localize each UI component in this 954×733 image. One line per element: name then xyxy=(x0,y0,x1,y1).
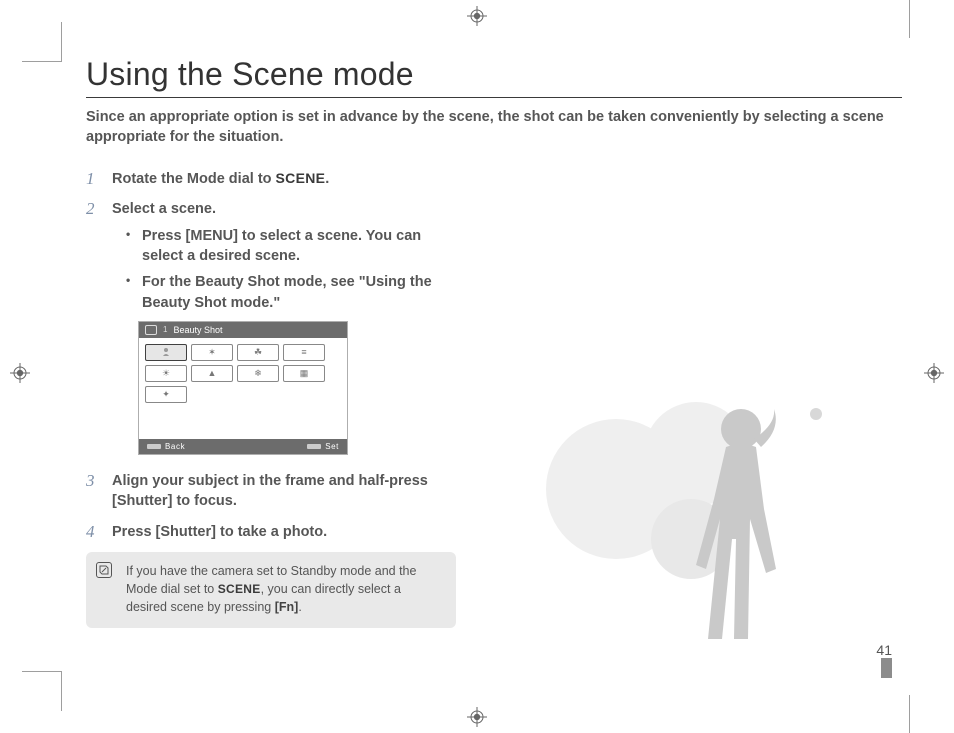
scene-option: ▦ xyxy=(283,365,325,382)
registration-mark-right xyxy=(924,363,944,383)
shutter-key-label: [Shutter] xyxy=(112,493,172,509)
registration-mark-left xyxy=(10,363,30,383)
note-box: If you have the camera set to Standby mo… xyxy=(86,552,456,629)
registration-mark-top xyxy=(467,6,487,26)
scene-option: ✶ xyxy=(191,344,233,361)
intro-text: Since an appropriate option is set in ad… xyxy=(86,108,902,147)
crop-mark xyxy=(22,671,62,711)
step-4-text: Press [Shutter] to take a photo. xyxy=(112,524,327,540)
shutter-key-label: [Shutter] xyxy=(156,524,216,540)
scene-option: ≡ xyxy=(283,344,325,361)
set-label: Set xyxy=(307,442,339,451)
scene-option: ✦ xyxy=(145,386,187,403)
crop-mark xyxy=(22,22,62,62)
scene-option: ▲ xyxy=(191,365,233,382)
scene-option: ☀ xyxy=(145,365,187,382)
step-1-text: Rotate the Mode dial to SCENE. xyxy=(112,171,329,187)
note-icon xyxy=(96,562,112,578)
scene-grid: ✶ ☘ ≡ ☀ ▲ ❄ ▦ ✦ xyxy=(139,338,347,439)
scene-option xyxy=(145,344,187,361)
camera-screen-footer: Back Set xyxy=(139,439,347,454)
page-content: Using the Scene mode Since an appropriat… xyxy=(86,56,902,676)
menu-key-label: [MENU] xyxy=(186,228,238,244)
camera-tab-number: 1 xyxy=(163,325,167,334)
step-number-1: 1 xyxy=(86,169,95,189)
page-title: Using the Scene mode xyxy=(86,56,902,98)
scene-mode-label: SCENE xyxy=(276,170,326,186)
fn-key-label: [Fn] xyxy=(275,600,299,614)
child-silhouette-illustration xyxy=(526,369,846,669)
step-3-text: Align your subject in the frame and half… xyxy=(112,473,428,509)
step-2-bullet-1: Press [MENU] to select a scene. You can … xyxy=(112,226,456,267)
scene-option: ☘ xyxy=(237,344,279,361)
step-2-bullet-2: For the Beauty Shot mode, see "Using the… xyxy=(112,272,456,313)
camera-icon xyxy=(145,325,157,335)
page-number: 41 xyxy=(876,642,892,658)
scene-option: ❄ xyxy=(237,365,279,382)
step-number-3: 3 xyxy=(86,471,95,491)
crop-mark xyxy=(909,695,910,733)
step-number-2: 2 xyxy=(86,199,95,219)
registration-mark-bottom xyxy=(467,707,487,727)
camera-screen-header: 1 Beauty Shot xyxy=(139,322,347,338)
step-2-text: Select a scene. xyxy=(112,201,216,217)
crop-mark xyxy=(909,0,910,38)
step-number-4: 4 xyxy=(86,522,95,542)
camera-screen-title: Beauty Shot xyxy=(173,325,222,335)
camera-screen-illustration: 1 Beauty Shot ✶ ☘ ≡ ☀ xyxy=(138,321,348,455)
page-edge-tab xyxy=(881,658,892,678)
back-label: Back xyxy=(147,442,185,451)
scene-mode-label: SCENE xyxy=(218,582,261,596)
